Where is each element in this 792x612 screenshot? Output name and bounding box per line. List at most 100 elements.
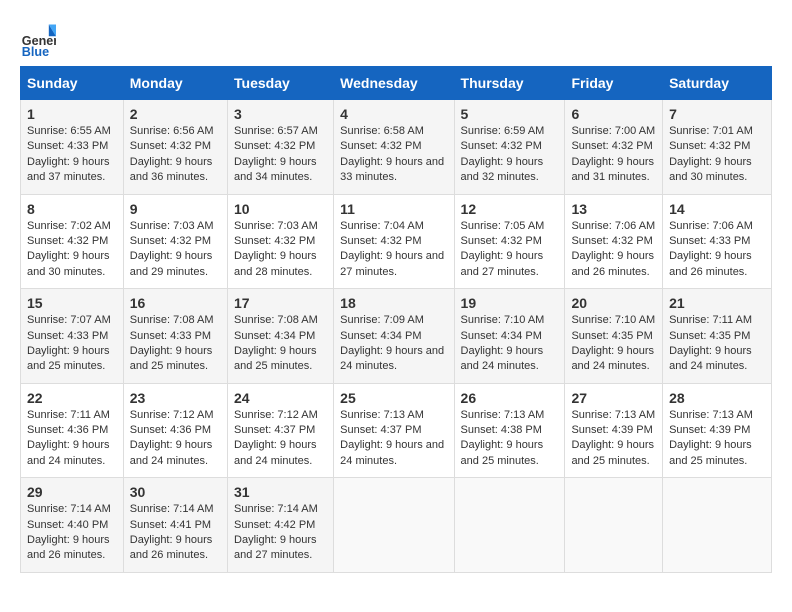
calendar-cell: 9 Sunrise: 7:03 AM Sunset: 4:32 PM Dayli…	[123, 194, 227, 289]
col-monday: Monday	[123, 67, 227, 100]
cell-info: Sunrise: 7:07 AM Sunset: 4:33 PM Dayligh…	[27, 313, 117, 375]
day-number: 23	[130, 390, 221, 406]
day-number: 3	[234, 106, 327, 122]
sunrise-label: Sunrise: 6:55 AM	[27, 125, 111, 137]
day-number: 31	[234, 484, 327, 500]
sunrise-label: Sunrise: 7:03 AM	[130, 220, 214, 232]
sunset-label: Sunset: 4:33 PM	[27, 330, 108, 342]
sunset-label: Sunset: 4:37 PM	[234, 424, 315, 436]
logo: General Blue	[20, 20, 60, 56]
sunset-label: Sunset: 4:33 PM	[130, 330, 211, 342]
cell-info: Sunrise: 6:57 AM Sunset: 4:32 PM Dayligh…	[234, 124, 327, 186]
daylight-label: Daylight: 9 hours and 25 minutes.	[571, 439, 654, 466]
cell-info: Sunrise: 7:14 AM Sunset: 4:41 PM Dayligh…	[130, 502, 221, 564]
cell-info: Sunrise: 7:14 AM Sunset: 4:40 PM Dayligh…	[27, 502, 117, 564]
calendar-cell: 19 Sunrise: 7:10 AM Sunset: 4:34 PM Dayl…	[454, 289, 565, 384]
cell-info: Sunrise: 7:08 AM Sunset: 4:33 PM Dayligh…	[130, 313, 221, 375]
cell-info: Sunrise: 7:13 AM Sunset: 4:38 PM Dayligh…	[461, 408, 559, 470]
sunrise-label: Sunrise: 7:13 AM	[461, 409, 545, 421]
calendar-week-row: 29 Sunrise: 7:14 AM Sunset: 4:40 PM Dayl…	[21, 478, 772, 573]
svg-text:Blue: Blue	[22, 45, 49, 56]
sunrise-label: Sunrise: 6:58 AM	[340, 125, 424, 137]
sunset-label: Sunset: 4:40 PM	[27, 519, 108, 531]
cell-info: Sunrise: 7:13 AM Sunset: 4:39 PM Dayligh…	[571, 408, 656, 470]
col-wednesday: Wednesday	[334, 67, 454, 100]
day-number: 13	[571, 201, 656, 217]
sunrise-label: Sunrise: 7:12 AM	[234, 409, 318, 421]
cell-info: Sunrise: 6:58 AM Sunset: 4:32 PM Dayligh…	[340, 124, 447, 186]
cell-info: Sunrise: 7:13 AM Sunset: 4:37 PM Dayligh…	[340, 408, 447, 470]
calendar-cell: 29 Sunrise: 7:14 AM Sunset: 4:40 PM Dayl…	[21, 478, 124, 573]
daylight-label: Daylight: 9 hours and 26 minutes.	[27, 534, 110, 561]
calendar-cell	[565, 478, 663, 573]
sunset-label: Sunset: 4:34 PM	[461, 330, 542, 342]
daylight-label: Daylight: 9 hours and 24 minutes.	[130, 439, 213, 466]
calendar-cell: 11 Sunrise: 7:04 AM Sunset: 4:32 PM Dayl…	[334, 194, 454, 289]
day-number: 17	[234, 295, 327, 311]
sunset-label: Sunset: 4:41 PM	[130, 519, 211, 531]
calendar-cell: 28 Sunrise: 7:13 AM Sunset: 4:39 PM Dayl…	[663, 383, 772, 478]
col-sunday: Sunday	[21, 67, 124, 100]
logo-icon: General Blue	[20, 20, 56, 56]
calendar-cell: 17 Sunrise: 7:08 AM Sunset: 4:34 PM Dayl…	[228, 289, 334, 384]
day-number: 4	[340, 106, 447, 122]
calendar-cell: 15 Sunrise: 7:07 AM Sunset: 4:33 PM Dayl…	[21, 289, 124, 384]
sunrise-label: Sunrise: 7:02 AM	[27, 220, 111, 232]
col-thursday: Thursday	[454, 67, 565, 100]
day-number: 1	[27, 106, 117, 122]
daylight-label: Daylight: 9 hours and 26 minutes.	[571, 250, 654, 277]
cell-info: Sunrise: 7:04 AM Sunset: 4:32 PM Dayligh…	[340, 219, 447, 281]
daylight-label: Daylight: 9 hours and 34 minutes.	[234, 156, 317, 183]
calendar-cell: 13 Sunrise: 7:06 AM Sunset: 4:32 PM Dayl…	[565, 194, 663, 289]
calendar-week-row: 8 Sunrise: 7:02 AM Sunset: 4:32 PM Dayli…	[21, 194, 772, 289]
sunrise-label: Sunrise: 6:57 AM	[234, 125, 318, 137]
sunrise-label: Sunrise: 6:56 AM	[130, 125, 214, 137]
daylight-label: Daylight: 9 hours and 30 minutes.	[669, 156, 752, 183]
day-number: 18	[340, 295, 447, 311]
sunrise-label: Sunrise: 7:14 AM	[234, 503, 318, 515]
cell-info: Sunrise: 7:14 AM Sunset: 4:42 PM Dayligh…	[234, 502, 327, 564]
calendar-cell: 24 Sunrise: 7:12 AM Sunset: 4:37 PM Dayl…	[228, 383, 334, 478]
cell-info: Sunrise: 7:02 AM Sunset: 4:32 PM Dayligh…	[27, 219, 117, 281]
calendar-cell: 7 Sunrise: 7:01 AM Sunset: 4:32 PM Dayli…	[663, 100, 772, 195]
sunrise-label: Sunrise: 7:09 AM	[340, 314, 424, 326]
sunset-label: Sunset: 4:39 PM	[669, 424, 750, 436]
sunset-label: Sunset: 4:32 PM	[340, 235, 421, 247]
sunrise-label: Sunrise: 7:10 AM	[571, 314, 655, 326]
calendar-cell: 8 Sunrise: 7:02 AM Sunset: 4:32 PM Dayli…	[21, 194, 124, 289]
day-number: 14	[669, 201, 765, 217]
sunrise-label: Sunrise: 7:06 AM	[571, 220, 655, 232]
sunset-label: Sunset: 4:32 PM	[571, 140, 652, 152]
calendar-cell: 22 Sunrise: 7:11 AM Sunset: 4:36 PM Dayl…	[21, 383, 124, 478]
sunrise-label: Sunrise: 7:05 AM	[461, 220, 545, 232]
sunset-label: Sunset: 4:32 PM	[234, 140, 315, 152]
sunset-label: Sunset: 4:35 PM	[669, 330, 750, 342]
cell-info: Sunrise: 7:05 AM Sunset: 4:32 PM Dayligh…	[461, 219, 559, 281]
cell-info: Sunrise: 7:13 AM Sunset: 4:39 PM Dayligh…	[669, 408, 765, 470]
sunset-label: Sunset: 4:38 PM	[461, 424, 542, 436]
sunset-label: Sunset: 4:32 PM	[571, 235, 652, 247]
col-friday: Friday	[565, 67, 663, 100]
calendar-table: Sunday Monday Tuesday Wednesday Thursday…	[20, 66, 772, 573]
calendar-cell: 27 Sunrise: 7:13 AM Sunset: 4:39 PM Dayl…	[565, 383, 663, 478]
calendar-cell	[334, 478, 454, 573]
day-number: 21	[669, 295, 765, 311]
sunset-label: Sunset: 4:32 PM	[340, 140, 421, 152]
daylight-label: Daylight: 9 hours and 25 minutes.	[669, 439, 752, 466]
day-number: 2	[130, 106, 221, 122]
daylight-label: Daylight: 9 hours and 37 minutes.	[27, 156, 110, 183]
calendar-week-row: 15 Sunrise: 7:07 AM Sunset: 4:33 PM Dayl…	[21, 289, 772, 384]
sunset-label: Sunset: 4:32 PM	[130, 235, 211, 247]
daylight-label: Daylight: 9 hours and 24 minutes.	[340, 439, 444, 466]
daylight-label: Daylight: 9 hours and 25 minutes.	[130, 345, 213, 372]
calendar-cell: 18 Sunrise: 7:09 AM Sunset: 4:34 PM Dayl…	[334, 289, 454, 384]
calendar-cell: 6 Sunrise: 7:00 AM Sunset: 4:32 PM Dayli…	[565, 100, 663, 195]
day-number: 25	[340, 390, 447, 406]
daylight-label: Daylight: 9 hours and 31 minutes.	[571, 156, 654, 183]
calendar-cell: 10 Sunrise: 7:03 AM Sunset: 4:32 PM Dayl…	[228, 194, 334, 289]
calendar-cell: 16 Sunrise: 7:08 AM Sunset: 4:33 PM Dayl…	[123, 289, 227, 384]
cell-info: Sunrise: 7:06 AM Sunset: 4:33 PM Dayligh…	[669, 219, 765, 281]
daylight-label: Daylight: 9 hours and 27 minutes.	[461, 250, 544, 277]
sunset-label: Sunset: 4:42 PM	[234, 519, 315, 531]
daylight-label: Daylight: 9 hours and 33 minutes.	[340, 156, 444, 183]
